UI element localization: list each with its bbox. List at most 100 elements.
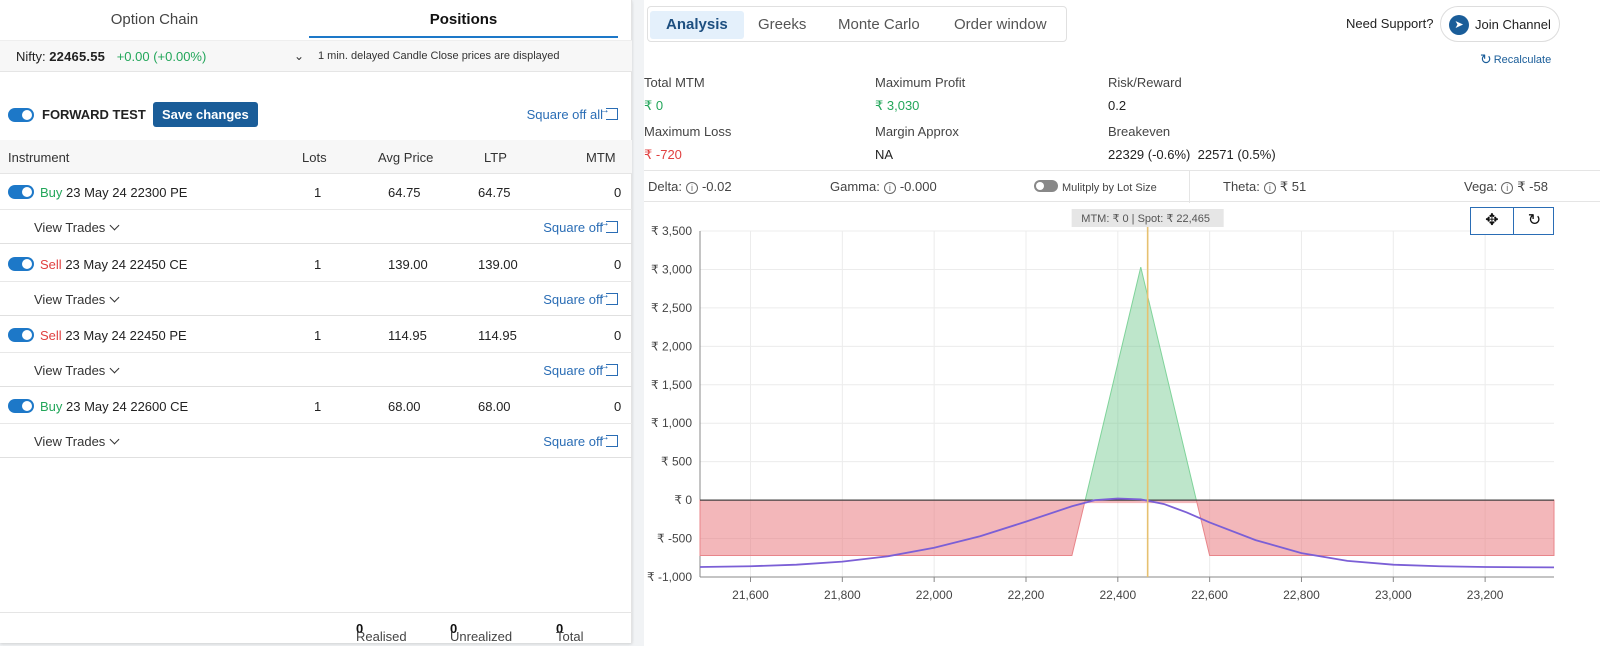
info-icon[interactable]: i — [1263, 182, 1276, 194]
tab-analysis[interactable]: Analysis — [650, 11, 744, 39]
pnl-footer: Realised 0 Unrealized 0 Total 0 — [0, 612, 632, 644]
greek-value: -0.000 — [899, 179, 937, 194]
x-tick-label: 22,000 — [916, 588, 953, 602]
profit-area — [1084, 267, 1197, 501]
stat-value: 0.2 — [1108, 98, 1127, 113]
forward-test-toggle[interactable] — [8, 108, 34, 122]
position-instrument: Sell 23 May 24 22450 PE — [40, 328, 187, 343]
reset-icon[interactable]: ↻ — [1513, 208, 1555, 234]
tab-option-chain[interactable]: Option Chain — [0, 0, 309, 38]
position-ltp: 68.00 — [478, 399, 511, 414]
multiply-toggle[interactable] — [1034, 180, 1058, 192]
position-lots: 1 — [314, 328, 322, 343]
forward-test-row: FORWARD TEST Save changes Square off all — [0, 100, 632, 130]
col-avg-price: Avg Price — [378, 150, 434, 165]
view-trades-toggle[interactable]: View Trades — [34, 220, 120, 235]
stat-label: Margin Approx — [875, 124, 959, 139]
tab-greeks[interactable]: Greeks — [742, 11, 822, 39]
square-off-link[interactable]: Square off — [543, 360, 618, 378]
analysis-panel: Analysis Greeks Monte Carlo Order window… — [644, 0, 1600, 646]
info-icon[interactable]: i — [1501, 182, 1514, 194]
move-icon[interactable]: ✥ — [1471, 208, 1513, 234]
square-off-link[interactable]: Square off — [543, 217, 618, 235]
stat-label: Breakeven — [1108, 124, 1171, 139]
stat-label: Risk/Reward — [1108, 75, 1182, 90]
y-tick-label: ₹ 1,000 — [651, 416, 692, 430]
square-off-link[interactable]: Square off — [543, 289, 618, 307]
loss-area-left — [699, 499, 1086, 556]
position-instrument: Buy 23 May 24 22300 PE — [40, 185, 187, 200]
view-trades-toggle[interactable]: View Trades — [34, 363, 120, 378]
join-channel-label: Join Channel — [1475, 17, 1551, 32]
multiply-lot-size[interactable]: Mulitply by Lot Size — [1034, 180, 1157, 194]
forward-test-label: FORWARD TEST — [42, 107, 146, 122]
stat-value: ₹ 3,030 — [875, 98, 920, 113]
square-off-all-link[interactable]: Square off all — [526, 104, 618, 122]
position-name: 23 May 24 22600 CE — [66, 399, 189, 414]
view-trades-label: View Trades — [34, 292, 106, 307]
greek-delta: Delta: i -0.02 — [648, 179, 732, 194]
save-changes-button[interactable]: Save changes — [153, 102, 258, 127]
chevron-down-icon[interactable]: ⌄ — [294, 49, 304, 63]
tab-positions[interactable]: Positions — [309, 0, 618, 38]
info-icon[interactable]: i — [685, 182, 698, 194]
position-name: 23 May 24 22300 PE — [66, 185, 188, 200]
position-ltp: 64.75 — [478, 185, 511, 200]
y-tick-label: ₹ 2,000 — [651, 339, 692, 353]
y-tick-label: ₹ 2,500 — [651, 301, 692, 315]
position-instrument: Sell 23 May 24 22450 CE — [40, 257, 187, 272]
nifty-value: 22465.55 — [49, 49, 106, 64]
chart-controls: ✥ ↻ — [1470, 207, 1554, 235]
stat-label: Maximum Profit — [875, 75, 966, 90]
greek-value: ₹ -58 — [1517, 179, 1548, 194]
stat-value: NA — [875, 147, 894, 162]
position-mtm: 0 — [614, 185, 622, 200]
greek-value: -0.02 — [701, 179, 732, 194]
exit-icon — [599, 217, 618, 233]
x-tick-label: 21,800 — [824, 588, 861, 602]
tab-monte-carlo[interactable]: Monte Carlo — [822, 11, 936, 39]
col-mtm: MTM — [586, 150, 616, 165]
exit-icon — [599, 431, 618, 447]
view-trades-toggle[interactable]: View Trades — [34, 434, 120, 449]
position-toggle[interactable] — [8, 185, 34, 199]
exit-icon — [599, 104, 618, 120]
x-tick-label: 23,000 — [1375, 588, 1412, 602]
position-side: Sell — [40, 328, 62, 343]
position-sub: View Trades Square off — [0, 210, 632, 244]
square-off-link[interactable]: Square off — [543, 431, 618, 449]
join-channel-button[interactable]: ➤ Join Channel — [1440, 6, 1560, 42]
position-side: Sell — [40, 257, 62, 272]
view-trades-toggle[interactable]: View Trades — [34, 292, 120, 307]
position-toggle[interactable] — [8, 257, 34, 271]
telegram-icon: ➤ — [1449, 15, 1469, 35]
refresh-icon: ↻ — [1480, 51, 1492, 67]
position-main: Sell 23 May 24 22450 PE 1 114.95 114.95 … — [0, 315, 632, 353]
col-instrument: Instrument — [8, 150, 70, 165]
position-name: 23 May 24 22450 CE — [65, 257, 188, 272]
square-off-label: Square off — [543, 292, 603, 307]
stat-max-loss: Maximum Loss ₹ -720 — [644, 124, 731, 163]
position-toggle[interactable] — [8, 328, 34, 342]
stat-risk-reward: Risk/Reward 0.2 — [1108, 75, 1182, 113]
position-toggle[interactable] — [8, 399, 34, 413]
info-icon[interactable]: i — [883, 182, 896, 194]
recalculate-link[interactable]: ↻ Recalculate — [1480, 51, 1551, 68]
nifty-change: +0.00 (+0.00%) — [116, 49, 207, 64]
greek-label: Theta: — [1223, 179, 1260, 194]
square-off-all-label: Square off all — [526, 107, 603, 122]
position-main: Buy 23 May 24 22600 CE 1 68.00 68.00 0 — [0, 386, 632, 424]
position-sub: View Trades Square off — [0, 282, 632, 316]
square-off-label: Square off — [543, 220, 603, 235]
position-lots: 1 — [314, 257, 322, 272]
total-summary: Total 0 — [556, 621, 583, 644]
col-lots: Lots — [302, 150, 327, 165]
y-tick-label: ₹ 3,000 — [651, 262, 692, 276]
x-tick-label: 21,600 — [732, 588, 769, 602]
multiply-label: Mulitply by Lot Size — [1062, 182, 1157, 194]
payoff-chart[interactable]: ₹ 3,500 ₹ 3,000 ₹ 2,500 ₹ 2,000 ₹ 1,500 ₹ 1,0… — [644, 205, 1600, 625]
y-tick-label: ₹ 0 — [674, 493, 692, 507]
need-support-text: Need Support? — [1346, 16, 1434, 31]
tab-order-window[interactable]: Order window — [938, 11, 1063, 39]
position-side: Buy — [40, 185, 63, 200]
